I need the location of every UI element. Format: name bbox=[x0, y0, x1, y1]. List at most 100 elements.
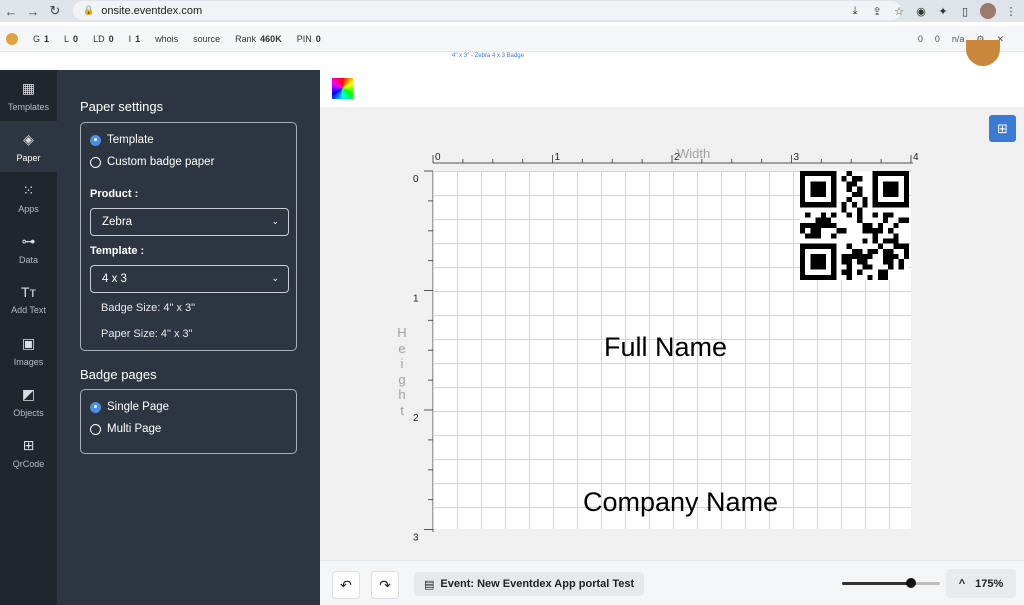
back-icon[interactable]: ← bbox=[0, 0, 22, 22]
profile-avatar[interactable] bbox=[980, 3, 996, 19]
seo-item-g[interactable]: G1 bbox=[33, 34, 49, 44]
template-select[interactable]: 4 x 3 ⌄ bbox=[90, 265, 289, 293]
puzzle-icon[interactable]: ✦ bbox=[936, 4, 950, 18]
zoom-value: 175% bbox=[975, 577, 1004, 590]
zoom-slider-fill bbox=[842, 582, 911, 585]
radio-label: Single Page bbox=[107, 401, 170, 413]
seo-right-2[interactable]: n/a bbox=[952, 34, 965, 44]
seo-right-1[interactable]: 0 bbox=[935, 34, 940, 44]
reload-icon[interactable]: ↻ bbox=[44, 0, 66, 22]
radio-label: Multi Page bbox=[107, 423, 162, 435]
paper-settings-box: Template Custom badge paper Product : Ze… bbox=[80, 122, 297, 351]
chevron-down-icon: ⌄ bbox=[271, 216, 279, 226]
height-letter: t bbox=[400, 402, 404, 418]
rail-item-apps[interactable]: ⁙ Apps bbox=[0, 172, 57, 223]
chevron-up-icon: ^ bbox=[958, 577, 966, 590]
badge-pages-box: Single Page Multi Page bbox=[80, 389, 297, 454]
seo-item-l[interactable]: L0 bbox=[64, 34, 78, 44]
rail-item-images[interactable]: ▣ Images bbox=[0, 325, 57, 376]
menu-kebab-icon[interactable]: ⋮ bbox=[1004, 4, 1018, 18]
seo-logo-icon[interactable] bbox=[6, 32, 18, 45]
company-name-text[interactable]: Company Name bbox=[583, 487, 778, 518]
ruler-label: 3 bbox=[413, 533, 419, 544]
undo-button[interactable]: ↶ bbox=[332, 571, 360, 599]
radio-selected-icon[interactable] bbox=[90, 134, 101, 146]
radio-unselected-icon[interactable] bbox=[90, 156, 101, 168]
share-icon[interactable]: ⇪ bbox=[870, 4, 884, 18]
color-ext-icon[interactable]: ◉ bbox=[914, 4, 928, 18]
zoom-slider[interactable] bbox=[842, 578, 940, 588]
product-select[interactable]: Zebra ⌄ bbox=[90, 208, 289, 236]
event-label: Event: New Eventdex App portal Test bbox=[440, 578, 635, 590]
seo-toolbar: G1 L0 LD 0 I1 whois source Rank 460K PIN 0 … bbox=[0, 26, 1024, 52]
seo-item-i[interactable]: I1 bbox=[129, 34, 141, 44]
paper-settings-title: Paper settings bbox=[80, 99, 164, 114]
rail-label: Add Text bbox=[11, 305, 46, 315]
radio-single-page[interactable]: Single Page bbox=[90, 401, 169, 413]
seo-item-rank[interactable]: Rank 460K bbox=[235, 34, 282, 44]
height-label: H e i g h t bbox=[397, 325, 407, 418]
rail-item-add-text[interactable]: Tт Add Text bbox=[0, 274, 57, 325]
bottom-toolbar: ↶ ↷ ▤ Event: New Eventdex App portal Tes… bbox=[320, 560, 1024, 605]
height-letter: i bbox=[400, 356, 404, 371]
rail-label: Data bbox=[18, 254, 38, 265]
rail-item-templates[interactable]: ▦ Templates bbox=[0, 70, 57, 121]
zoom-level-box[interactable]: ^ 175% bbox=[946, 569, 1016, 598]
radio-template[interactable]: Template bbox=[90, 134, 154, 146]
height-letter: g bbox=[398, 371, 406, 387]
ruler-label: 0 bbox=[413, 174, 419, 185]
address-bar[interactable]: 🔒 onsite.eventdex.com bbox=[73, 1, 901, 20]
design-canvas: ⊞ 01234 0123 Width H e i g h t Full Name… bbox=[320, 70, 1024, 560]
sidebar-toggle-icon[interactable]: ▯ bbox=[958, 4, 972, 18]
rail-item-qrcode[interactable]: ⊞ QrCode bbox=[0, 427, 57, 478]
height-letter: h bbox=[398, 387, 406, 402]
forward-icon[interactable]: → bbox=[22, 0, 44, 22]
lock-icon: 🔒 bbox=[83, 5, 95, 15]
star-icon[interactable]: ☆ bbox=[892, 4, 906, 18]
zoom-slider-thumb[interactable] bbox=[905, 578, 916, 588]
full-name-text[interactable]: Full Name bbox=[604, 332, 727, 363]
redo-icon: ↷ bbox=[379, 576, 391, 593]
ruler-label: 1 bbox=[413, 294, 419, 305]
radio-multi-page[interactable]: Multi Page bbox=[90, 423, 161, 435]
event-chip[interactable]: ▤ Event: New Eventdex App portal Test bbox=[414, 572, 645, 596]
redo-button[interactable]: ↷ bbox=[371, 571, 399, 599]
rail-item-paper[interactable]: ◈ Paper bbox=[0, 121, 57, 172]
seo-right-0[interactable]: 0 bbox=[918, 34, 923, 44]
seo-item-source[interactable]: source bbox=[193, 34, 220, 44]
qrcode-icon: ⊞ bbox=[22, 436, 35, 453]
width-label: Width bbox=[677, 146, 711, 161]
radio-custom-badge-paper[interactable]: Custom badge paper bbox=[90, 156, 214, 168]
radio-selected-icon[interactable] bbox=[90, 401, 101, 413]
badge-subtitle: 4" x 3" - Zebra 4 x 3 Badge bbox=[452, 53, 524, 59]
template-label: Template : bbox=[90, 245, 145, 257]
badge-subtitle-strip: 4" x 3" - Zebra 4 x 3 Badge bbox=[320, 52, 1024, 70]
ruler-label: 2 bbox=[413, 413, 419, 424]
rail-label: Apps bbox=[18, 203, 39, 214]
layers-icon: ◈ bbox=[23, 130, 34, 147]
templates-icon: ▦ bbox=[21, 79, 36, 96]
radio-unselected-icon[interactable] bbox=[90, 423, 101, 435]
product-label: Product : bbox=[90, 188, 139, 200]
ruler-label: 1 bbox=[555, 152, 561, 163]
paper-size-text: Paper Size: 4" x 3" bbox=[101, 328, 193, 340]
left-rail: ▦ Templates ◈ Paper ⁙ Apps ⊶ Data Tт Add… bbox=[0, 70, 57, 605]
seo-item-ld[interactable]: LD 0 bbox=[93, 34, 114, 44]
seo-item-pin[interactable]: PIN 0 bbox=[297, 34, 321, 44]
radio-label: Template bbox=[107, 134, 154, 146]
badge-canvas[interactable]: Full Name Company Name bbox=[433, 171, 911, 529]
rail-item-objects[interactable]: ◩ Objects bbox=[0, 376, 57, 427]
seo-item-whois[interactable]: whois bbox=[155, 34, 178, 44]
badge-size-text: Badge Size: 4" x 3" bbox=[101, 302, 196, 314]
rail-label: Paper bbox=[16, 152, 41, 163]
ruler-top-ticks: 01234 bbox=[432, 152, 919, 163]
download-icon[interactable]: ⤓ bbox=[848, 4, 862, 18]
browser-toolbar: ← → ↻ 🔒 onsite.eventdex.com ⤓ ⇪ ☆ ◉ ✦ ▯ … bbox=[0, 0, 1024, 22]
rail-item-data[interactable]: ⊶ Data bbox=[0, 223, 57, 274]
rail-label: Images bbox=[13, 356, 44, 367]
shapes-icon: ◩ bbox=[21, 385, 36, 402]
template-value: 4 x 3 bbox=[102, 273, 127, 285]
qr-code-element[interactable] bbox=[800, 171, 909, 280]
rail-label: QrCode bbox=[12, 458, 45, 469]
ruler-left-ticks: 0 1 2 3 bbox=[413, 170, 433, 544]
